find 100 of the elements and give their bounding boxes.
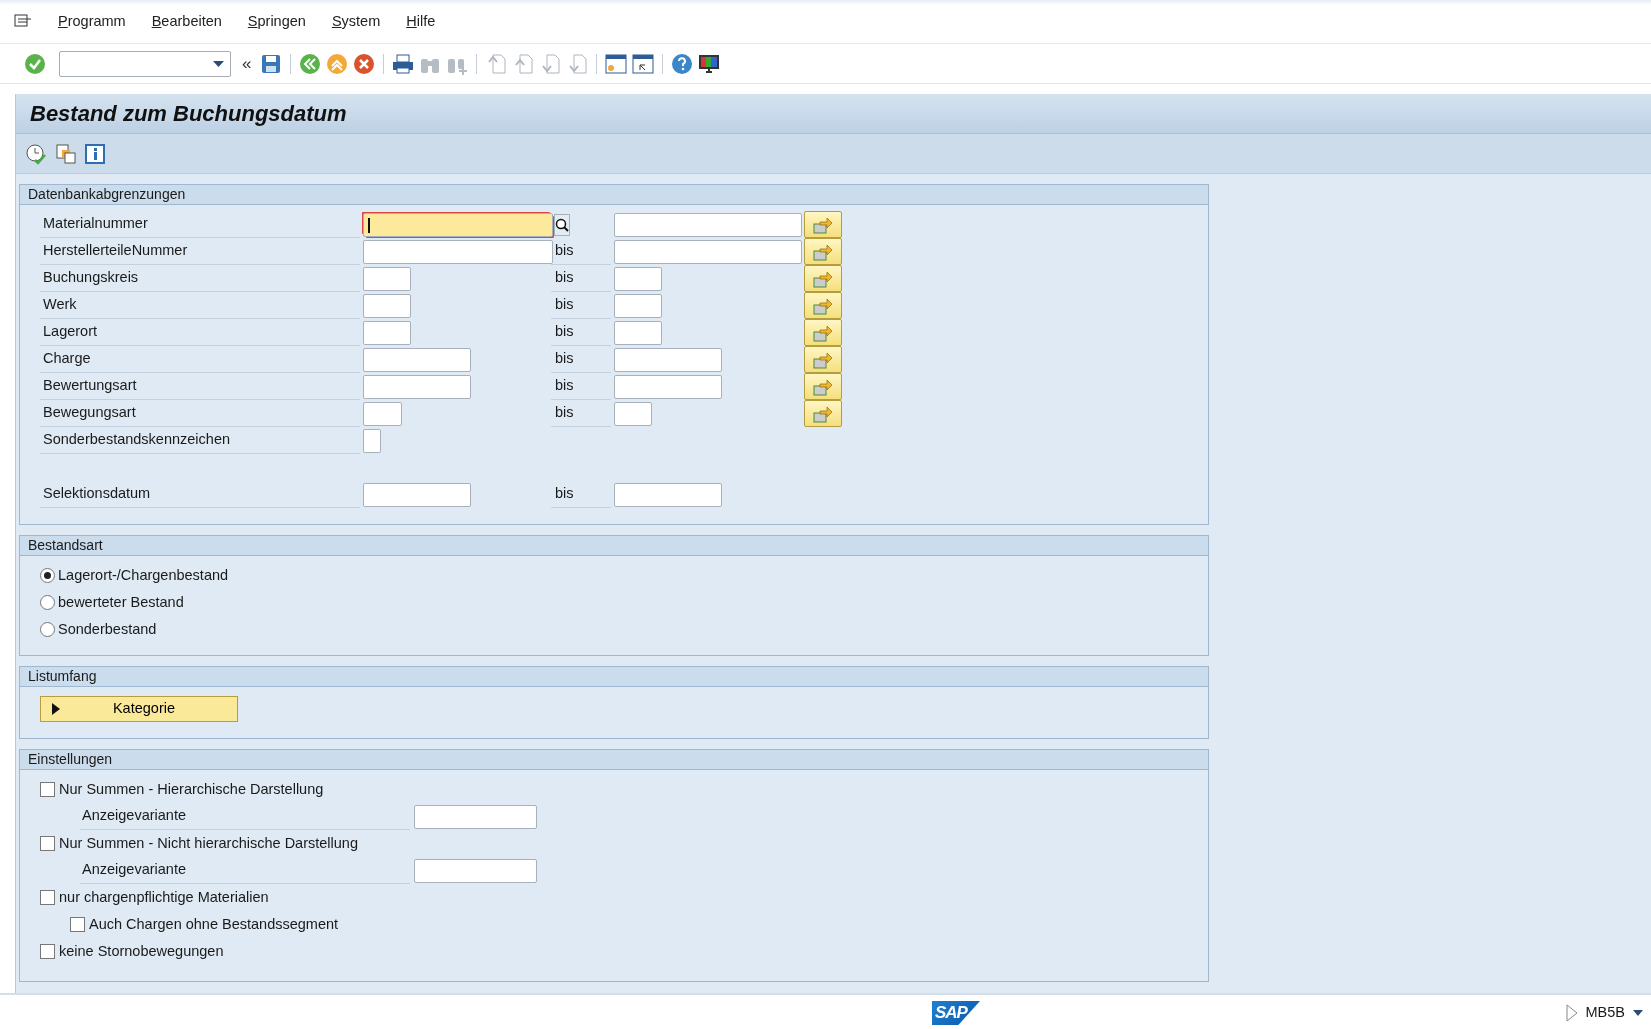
back-icon[interactable] [299,52,322,75]
help-icon[interactable] [671,52,694,75]
field-label: Werk [40,292,360,319]
field-label: Bewegungsart [40,400,360,427]
multiple-selection-button[interactable] [804,265,842,292]
checkbox[interactable] [40,890,55,905]
page-last-icon[interactable] [566,52,589,75]
info-icon[interactable] [85,143,105,164]
menu-item[interactable]: Hilfe [406,10,436,33]
save-icon[interactable] [260,52,283,75]
radio-button[interactable] [40,568,55,583]
arrow-icon [813,296,833,315]
input-field[interactable] [363,212,553,237]
group-title: Bestandsart [20,536,1208,556]
radio-button[interactable] [40,595,55,610]
field-label: HerstellerteileNummer [40,238,360,265]
command-field[interactable] [59,50,231,77]
input-field[interactable] [614,347,722,372]
menu-item[interactable]: System [331,10,381,33]
menu-item[interactable]: Springen [247,10,306,33]
input-field[interactable] [363,239,553,264]
input-field[interactable] [614,239,802,264]
multiple-selection-button[interactable] [804,319,842,346]
option-label: Lagerort-/Chargenbestand [58,565,229,585]
menu-item[interactable]: Programm [58,10,126,33]
exit-icon[interactable] [326,52,349,75]
collapse-button[interactable]: « [242,50,252,77]
monitor-icon[interactable] [698,52,721,75]
shortcut-icon[interactable] [632,52,655,75]
arrow-icon [813,377,833,396]
page-up-icon[interactable] [512,52,535,75]
transaction-code: MB5B [1585,1003,1625,1022]
checkbox[interactable] [40,836,55,851]
multiple-selection-button[interactable] [804,292,842,319]
caret-icon[interactable] [1633,1009,1643,1016]
input-field[interactable] [363,374,471,399]
field-label: Anzeigevariante [80,803,410,830]
range-label: bis [551,346,611,373]
sap-logo: SAP [932,1001,980,1025]
checkbox-label: Auch Chargen ohne Bestandssegment [89,914,339,934]
input-field[interactable] [414,858,537,883]
input-field[interactable] [363,482,471,507]
input-field[interactable] [363,293,411,318]
group-title: Listumfang [20,667,1208,687]
input-field[interactable] [363,266,411,291]
range-label: bis [551,238,611,265]
arrow-icon [813,269,833,288]
input-field[interactable] [614,212,802,237]
input-field[interactable] [363,347,471,372]
checkbox[interactable] [70,917,85,932]
range-label: bis [551,373,611,400]
multiple-selection-button[interactable] [804,211,842,238]
range-label: bis [551,481,611,508]
menu-item[interactable]: Bearbeiten [151,10,222,33]
play-icon[interactable] [1565,1003,1578,1022]
page-first-icon[interactable] [485,52,508,75]
group-title: Einstellungen [20,750,1208,770]
input-field[interactable] [363,401,402,426]
field-label: Buchungskreis [40,265,360,292]
input-field[interactable] [614,320,662,345]
cancel-icon[interactable] [353,52,376,75]
arrow-icon [813,242,833,261]
arrow-icon [813,404,833,423]
input-field[interactable] [363,428,381,453]
print-icon[interactable] [392,52,415,75]
multiple-selection-button[interactable] [804,346,842,373]
new-window-icon[interactable] [605,52,628,75]
input-field[interactable] [614,482,722,507]
page-down-icon[interactable] [539,52,562,75]
copy-icon[interactable] [55,142,77,165]
checkbox-label: Nur Summen - Nicht hierarchische Darstellung [59,833,358,853]
multiple-selection-button[interactable] [804,373,842,400]
field-label: Bewertungsart [40,373,360,400]
radio-button[interactable] [40,622,55,637]
field-label: Anzeigevariante [80,857,410,884]
clock-check-icon[interactable] [25,142,47,165]
checkbox[interactable] [40,944,55,959]
input-field[interactable] [614,266,662,291]
screen-title: Bestand zum Buchungsdatum [16,94,1651,134]
multiple-selection-button[interactable] [804,400,842,427]
range-label: bis [551,400,611,427]
checkbox-label: keine Stornobewegungen [59,941,224,961]
menu-icon[interactable] [14,13,32,30]
input-field[interactable] [614,374,722,399]
checkmark-icon[interactable] [24,52,46,75]
field-label: Sonderbestandskennzeichen [40,427,360,454]
range-label: bis [551,319,611,346]
category-button[interactable]: Kategorie [40,696,238,722]
input-field[interactable] [363,320,411,345]
input-field[interactable] [414,804,537,829]
input-field[interactable] [614,401,652,426]
option-label: bewerteter Bestand [58,592,184,612]
search-help-button[interactable] [554,213,570,236]
arrow-icon [813,350,833,369]
input-field[interactable] [614,293,662,318]
arrow-icon [813,215,833,234]
multiple-selection-button[interactable] [804,238,842,265]
option-label: Sonderbestand [58,619,157,639]
group-title: Datenbankabgrenzungen [20,185,1208,205]
checkbox[interactable] [40,782,55,797]
